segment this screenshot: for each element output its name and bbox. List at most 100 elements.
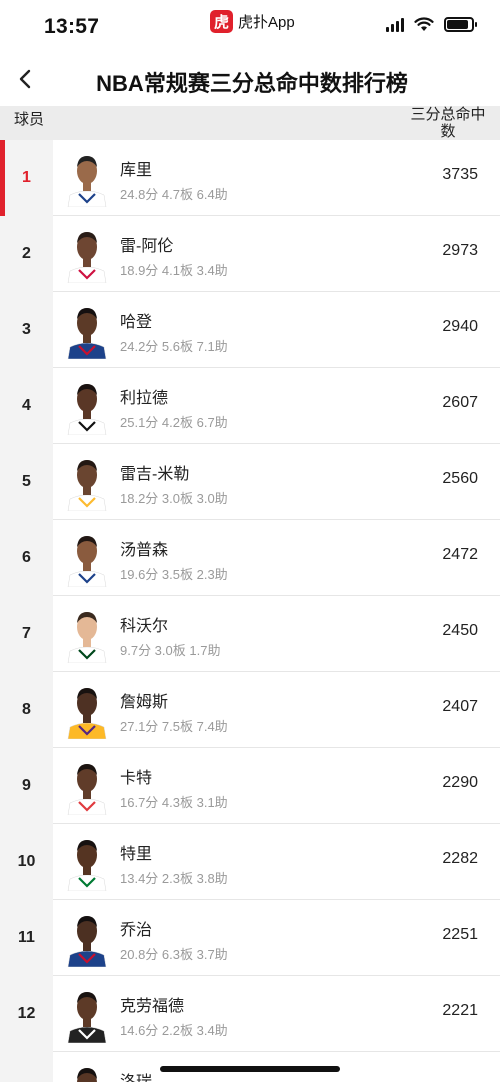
rank-number: 3	[0, 292, 53, 368]
three-pointers-made: 2282	[442, 850, 478, 867]
three-pointers-made: 2472	[442, 546, 478, 563]
player-stats: 16.7分 4.3板 3.1助	[120, 795, 228, 810]
page-title: NBA常规赛三分总命中数排行榜	[96, 71, 408, 96]
player-row[interactable]: 9 卡特 16.7分 4.3板 3.1助 2290	[0, 748, 500, 824]
player-avatar[interactable]	[66, 985, 108, 1043]
player-row[interactable]: 7 科沃尔 9.7分 3.0板 1.7助 2450	[0, 596, 500, 672]
player-info: 乔治 20.8分 6.3板 3.7助 2251	[53, 900, 500, 976]
player-info: 雷-阿伦 18.9分 4.1板 3.4助 2973	[53, 216, 500, 292]
app-indicator[interactable]: 虎 虎扑App	[210, 10, 295, 33]
player-stats: 24.8分 4.7板 6.4助	[120, 187, 228, 202]
player-name: 科沃尔	[120, 618, 169, 635]
rank-number: 11	[0, 900, 53, 976]
player-avatar[interactable]	[66, 1061, 108, 1082]
player-info: 詹姆斯 27.1分 7.5板 7.4助 2407	[53, 672, 500, 748]
player-info: 利拉德 25.1分 4.2板 6.7助 2607	[53, 368, 500, 444]
player-name: 雷-阿伦	[120, 238, 174, 255]
player-stats: 13.4分 2.3板 3.8助	[120, 871, 228, 886]
player-info: 卡特 16.7分 4.3板 3.1助 2290	[53, 748, 500, 824]
player-name: 詹姆斯	[120, 694, 169, 711]
player-name: 利拉德	[120, 390, 169, 407]
player-row[interactable]: 1 库里 24.8分 4.7板 6.4助 3735	[0, 140, 500, 216]
player-stats: 9.7分 3.0板 1.7助	[120, 643, 221, 658]
player-stats: 25.1分 4.2板 6.7助	[120, 415, 228, 430]
player-row[interactable]: 5 雷吉-米勒 18.2分 3.0板 3.0助 2560	[0, 444, 500, 520]
player-row[interactable]: 12 克劳福德 14.6分 2.2板 3.4助 2221	[0, 976, 500, 1052]
player-name: 洛瑞	[120, 1068, 152, 1082]
app-name: 虎扑App	[238, 14, 295, 31]
player-stats: 24.2分 5.6板 7.1助	[120, 339, 228, 354]
player-name: 卡特	[120, 770, 153, 787]
player-info: 雷吉-米勒 18.2分 3.0板 3.0助 2560	[53, 444, 500, 520]
player-info: 科沃尔 9.7分 3.0板 1.7助 2450	[53, 596, 500, 672]
wifi-icon	[414, 17, 434, 31]
battery-icon	[444, 17, 477, 32]
three-pointers-made: 2607	[442, 394, 478, 411]
player-info: 克劳福德 14.6分 2.2板 3.4助 2221	[53, 976, 500, 1052]
player-avatar[interactable]	[66, 225, 108, 283]
player-avatar[interactable]	[66, 757, 108, 815]
player-name: 克劳福德	[120, 998, 185, 1015]
player-avatar[interactable]	[66, 833, 108, 891]
three-pointers-made: 2940	[442, 318, 478, 335]
player-name: 汤普森	[120, 542, 169, 559]
player-avatar[interactable]	[66, 377, 108, 435]
player-row[interactable]: 3 哈登 24.2分 5.6板 7.1助 2940	[0, 292, 500, 368]
rank-number: 10	[0, 824, 53, 900]
player-avatar[interactable]	[66, 909, 108, 967]
three-pointers-made: 2450	[442, 622, 478, 639]
player-avatar[interactable]	[66, 605, 108, 663]
player-name: 雷吉-米勒	[120, 466, 190, 483]
rank-number: 2	[0, 216, 53, 292]
column-header-stat: 三分总命中数	[410, 106, 486, 140]
player-row[interactable]: 11 乔治 20.8分 6.3板 3.7助 2251	[0, 900, 500, 976]
player-info: 特里 13.4分 2.3板 3.8助 2282	[53, 824, 500, 900]
rank-number: 1	[0, 140, 53, 216]
player-stats: 18.9分 4.1板 3.4助	[120, 263, 228, 278]
player-info: 汤普森 19.6分 3.5板 2.3助 2472	[53, 520, 500, 596]
player-stats: 20.8分 6.3板 3.7助	[120, 947, 228, 962]
player-info: 哈登 24.2分 5.6板 7.1助 2940	[53, 292, 500, 368]
three-pointers-made: 2407	[442, 698, 478, 715]
three-pointers-made: 2251	[442, 926, 478, 943]
player-avatar[interactable]	[66, 681, 108, 739]
status-bar: 13:57 虎 虎扑App	[0, 0, 500, 52]
nav-bar: NBA常规赛三分总命中数排行榜	[0, 52, 500, 106]
player-row[interactable]: 4 利拉德 25.1分 4.2板 6.7助 2607	[0, 368, 500, 444]
rank-number: 8	[0, 672, 53, 748]
player-avatar[interactable]	[66, 453, 108, 511]
player-name: 哈登	[120, 314, 153, 331]
rank-number: 5	[0, 444, 53, 520]
ranking-list: 1 库里 24.8分 4.7板 6.4助 3735 2 雷-阿伦 18.9分 4.1板 3.…	[0, 140, 500, 1082]
status-time: 13:57	[44, 15, 100, 38]
three-pointers-made: 2560	[442, 470, 478, 487]
player-row[interactable]: 6 汤普森 19.6分 3.5板 2.3助 2472	[0, 520, 500, 596]
three-pointers-made: 2221	[442, 1002, 478, 1019]
rank-number: 13	[0, 1052, 53, 1082]
rank-number: 9	[0, 748, 53, 824]
player-info: 库里 24.8分 4.7板 6.4助 3735	[53, 140, 500, 216]
status-icons	[386, 17, 477, 32]
player-stats: 19.6分 3.5板 2.3助	[120, 567, 228, 582]
player-name: 特里	[120, 846, 153, 863]
player-stats: 14.6分 2.2板 3.4助	[120, 1023, 228, 1038]
cellular-signal-icon	[386, 17, 404, 32]
rank-number: 12	[0, 976, 53, 1052]
player-stats: 18.2分 3.0板 3.0助	[120, 491, 228, 506]
player-name: 库里	[120, 162, 153, 179]
player-row[interactable]: 10 特里 13.4分 2.3板 3.8助 2282	[0, 824, 500, 900]
player-row[interactable]: 2 雷-阿伦 18.9分 4.1板 3.4助 2973	[0, 216, 500, 292]
rank-number: 4	[0, 368, 53, 444]
table-header: 球员 三分总命中数	[0, 106, 500, 140]
player-row[interactable]: 8 詹姆斯 27.1分 7.5板 7.4助 2407	[0, 672, 500, 748]
three-pointers-made: 2973	[442, 242, 478, 259]
rank-number: 7	[0, 596, 53, 672]
player-avatar[interactable]	[66, 529, 108, 587]
three-pointers-made: 2290	[442, 774, 478, 791]
home-indicator	[160, 1066, 340, 1072]
player-avatar[interactable]	[66, 149, 108, 207]
player-avatar[interactable]	[66, 301, 108, 359]
three-pointers-made: 3735	[442, 166, 478, 183]
rank-number: 6	[0, 520, 53, 596]
column-header-player: 球员	[14, 111, 45, 128]
